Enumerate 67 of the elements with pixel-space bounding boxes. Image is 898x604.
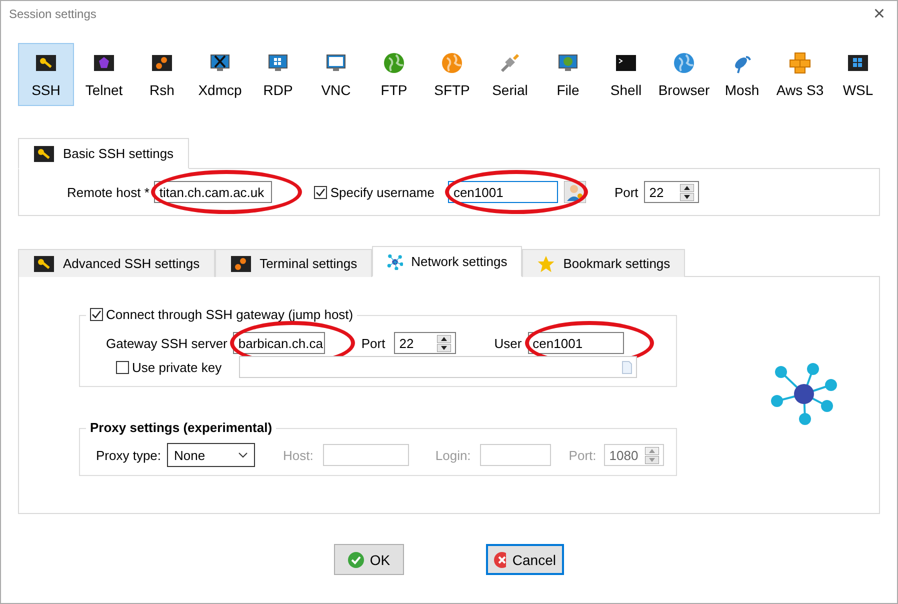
close-button[interactable]: × [869, 2, 889, 26]
proxy-type-dropdown[interactable]: None [167, 443, 256, 467]
field-label: Host: [283, 448, 314, 462]
field-label: Port [614, 184, 638, 200]
tab[interactable]: Advanced SSH settings [18, 249, 215, 277]
session-type-button[interactable]: Serial [482, 43, 538, 106]
globe-icon [383, 52, 405, 74]
chevron-down-icon [238, 452, 248, 458]
input-field[interactable]: cen1001 [448, 181, 558, 203]
close-icon [494, 552, 506, 568]
check-icon [348, 552, 364, 568]
session-type-button[interactable]: Shell [598, 43, 654, 106]
session-type-button[interactable]: SFTP [424, 43, 480, 106]
field-label: Proxy type: [96, 448, 162, 462]
field-label: Port [361, 336, 386, 350]
input-field[interactable] [323, 444, 410, 466]
field-label: Login: [435, 448, 471, 462]
network-drawing [769, 363, 839, 427]
field-label: Remote host * [67, 184, 150, 200]
window-title: Session settings [9, 7, 96, 21]
globe-icon [673, 52, 695, 74]
cancel-button[interactable]: Cancel [486, 544, 564, 575]
session-type-button[interactable]: VNC [308, 43, 364, 106]
monitor-icon [325, 52, 347, 74]
port-field[interactable]: 22 [644, 181, 700, 203]
field-label: Port: [568, 448, 596, 462]
monitor-icon [267, 52, 289, 74]
spinner-arrows-icon[interactable] [680, 184, 694, 200]
session-type-button[interactable]: SSH [18, 43, 74, 106]
port-field[interactable]: 22 [394, 332, 456, 354]
x-monitor-icon [209, 52, 231, 74]
input-field[interactable]: barbican.ch.ca [233, 332, 326, 354]
input-field[interactable]: cen1001 [528, 332, 624, 354]
checkbox[interactable] [314, 186, 328, 198]
specify-username-checkbox[interactable]: Specify username [314, 184, 434, 200]
tab[interactable]: Basic SSH settings [18, 138, 189, 169]
tab[interactable]: Bookmark settings [522, 249, 686, 277]
session-type-button[interactable]: Aws S3 [772, 43, 828, 106]
session-type-button[interactable]: File [540, 43, 596, 106]
spinner-arrows-icon[interactable] [437, 334, 452, 352]
ok-button[interactable]: OK [334, 544, 404, 575]
session-type-button[interactable]: Mosh [714, 43, 770, 106]
session-type-button[interactable]: WSL [830, 43, 886, 106]
input-field[interactable]: titan.ch.cam.ac.uk [154, 181, 272, 203]
session-type-button[interactable]: Xdmcp [192, 43, 248, 106]
group-title: Proxy settings (experimental) [90, 420, 272, 435]
session-type-button[interactable]: Rsh [134, 43, 190, 106]
field-label: User [494, 336, 522, 350]
checkbox[interactable] [90, 308, 103, 321]
network-icon [387, 254, 404, 270]
cubes-icon [789, 52, 811, 74]
star-icon [537, 254, 556, 272]
private-key-checkbox[interactable]: Use private key [116, 360, 222, 374]
session-type-button[interactable]: FTP [366, 43, 422, 106]
globe-monitor-icon [557, 52, 579, 74]
tab[interactable]: Terminal settings [214, 249, 372, 277]
key-file-field[interactable] [238, 356, 637, 378]
plug-icon [499, 52, 521, 74]
checkbox[interactable] [116, 360, 129, 374]
session-type-button[interactable]: RDP [250, 43, 306, 106]
tab[interactable]: Network settings [372, 246, 522, 277]
session-type-button[interactable]: Telnet [76, 43, 132, 106]
gateway-checkbox[interactable]: Connect through SSH gateway (jump host) [90, 307, 354, 322]
globe-icon [441, 52, 463, 74]
input-field[interactable] [480, 444, 551, 466]
session-type-button[interactable]: Browser [656, 43, 712, 106]
field-label: Gateway SSH server [106, 336, 228, 350]
